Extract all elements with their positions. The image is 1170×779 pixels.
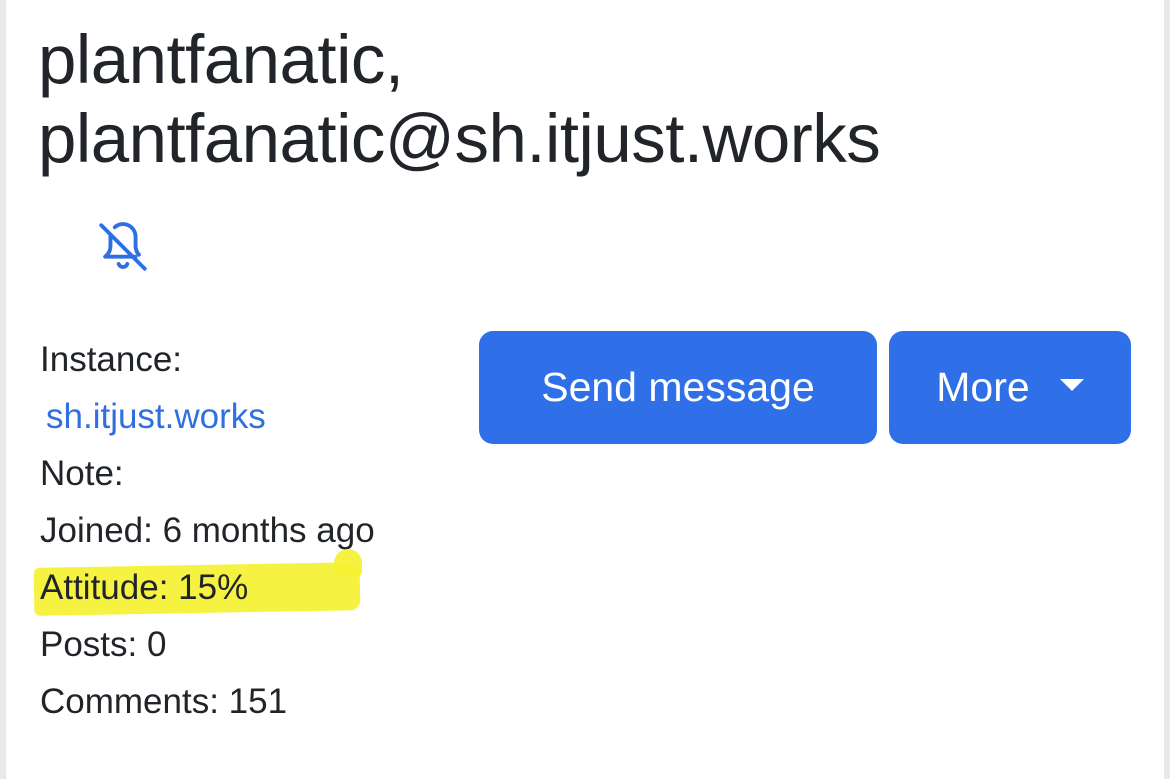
profile-info: Instance: sh.itjust.works Note: Joined: … [33, 331, 375, 730]
more-label: More [936, 364, 1030, 410]
page-title: plantfanatic, plantfanatic@sh.itjust.wor… [38, 20, 1138, 178]
mute-notifications-button[interactable] [88, 212, 158, 282]
note-label: Note: [40, 454, 124, 493]
attitude-text: Attitude: 15% [40, 568, 249, 607]
right-border [1164, 0, 1170, 779]
username: plantfanatic, [38, 21, 404, 98]
posts-count: Posts: 0 [40, 625, 167, 664]
highlight-marker-tail [334, 549, 362, 577]
user-handle: plantfanatic@sh.itjust.works [38, 100, 881, 177]
joined-text: Joined: 6 months ago [40, 511, 375, 550]
instance-label: Instance: [40, 340, 183, 379]
left-border [0, 0, 6, 779]
instance-link[interactable]: sh.itjust.works [46, 397, 266, 436]
send-message-label: Send message [541, 364, 815, 410]
caret-down-icon [1059, 378, 1084, 391]
bell-slash-icon [99, 222, 147, 271]
comments-count: Comments: 151 [40, 682, 288, 721]
attitude-row: Attitude: 15% [33, 549, 375, 616]
profile-page: plantfanatic, plantfanatic@sh.itjust.wor… [0, 0, 1170, 779]
more-dropdown-button[interactable]: More [889, 331, 1131, 444]
send-message-button[interactable]: Send message [479, 331, 877, 444]
